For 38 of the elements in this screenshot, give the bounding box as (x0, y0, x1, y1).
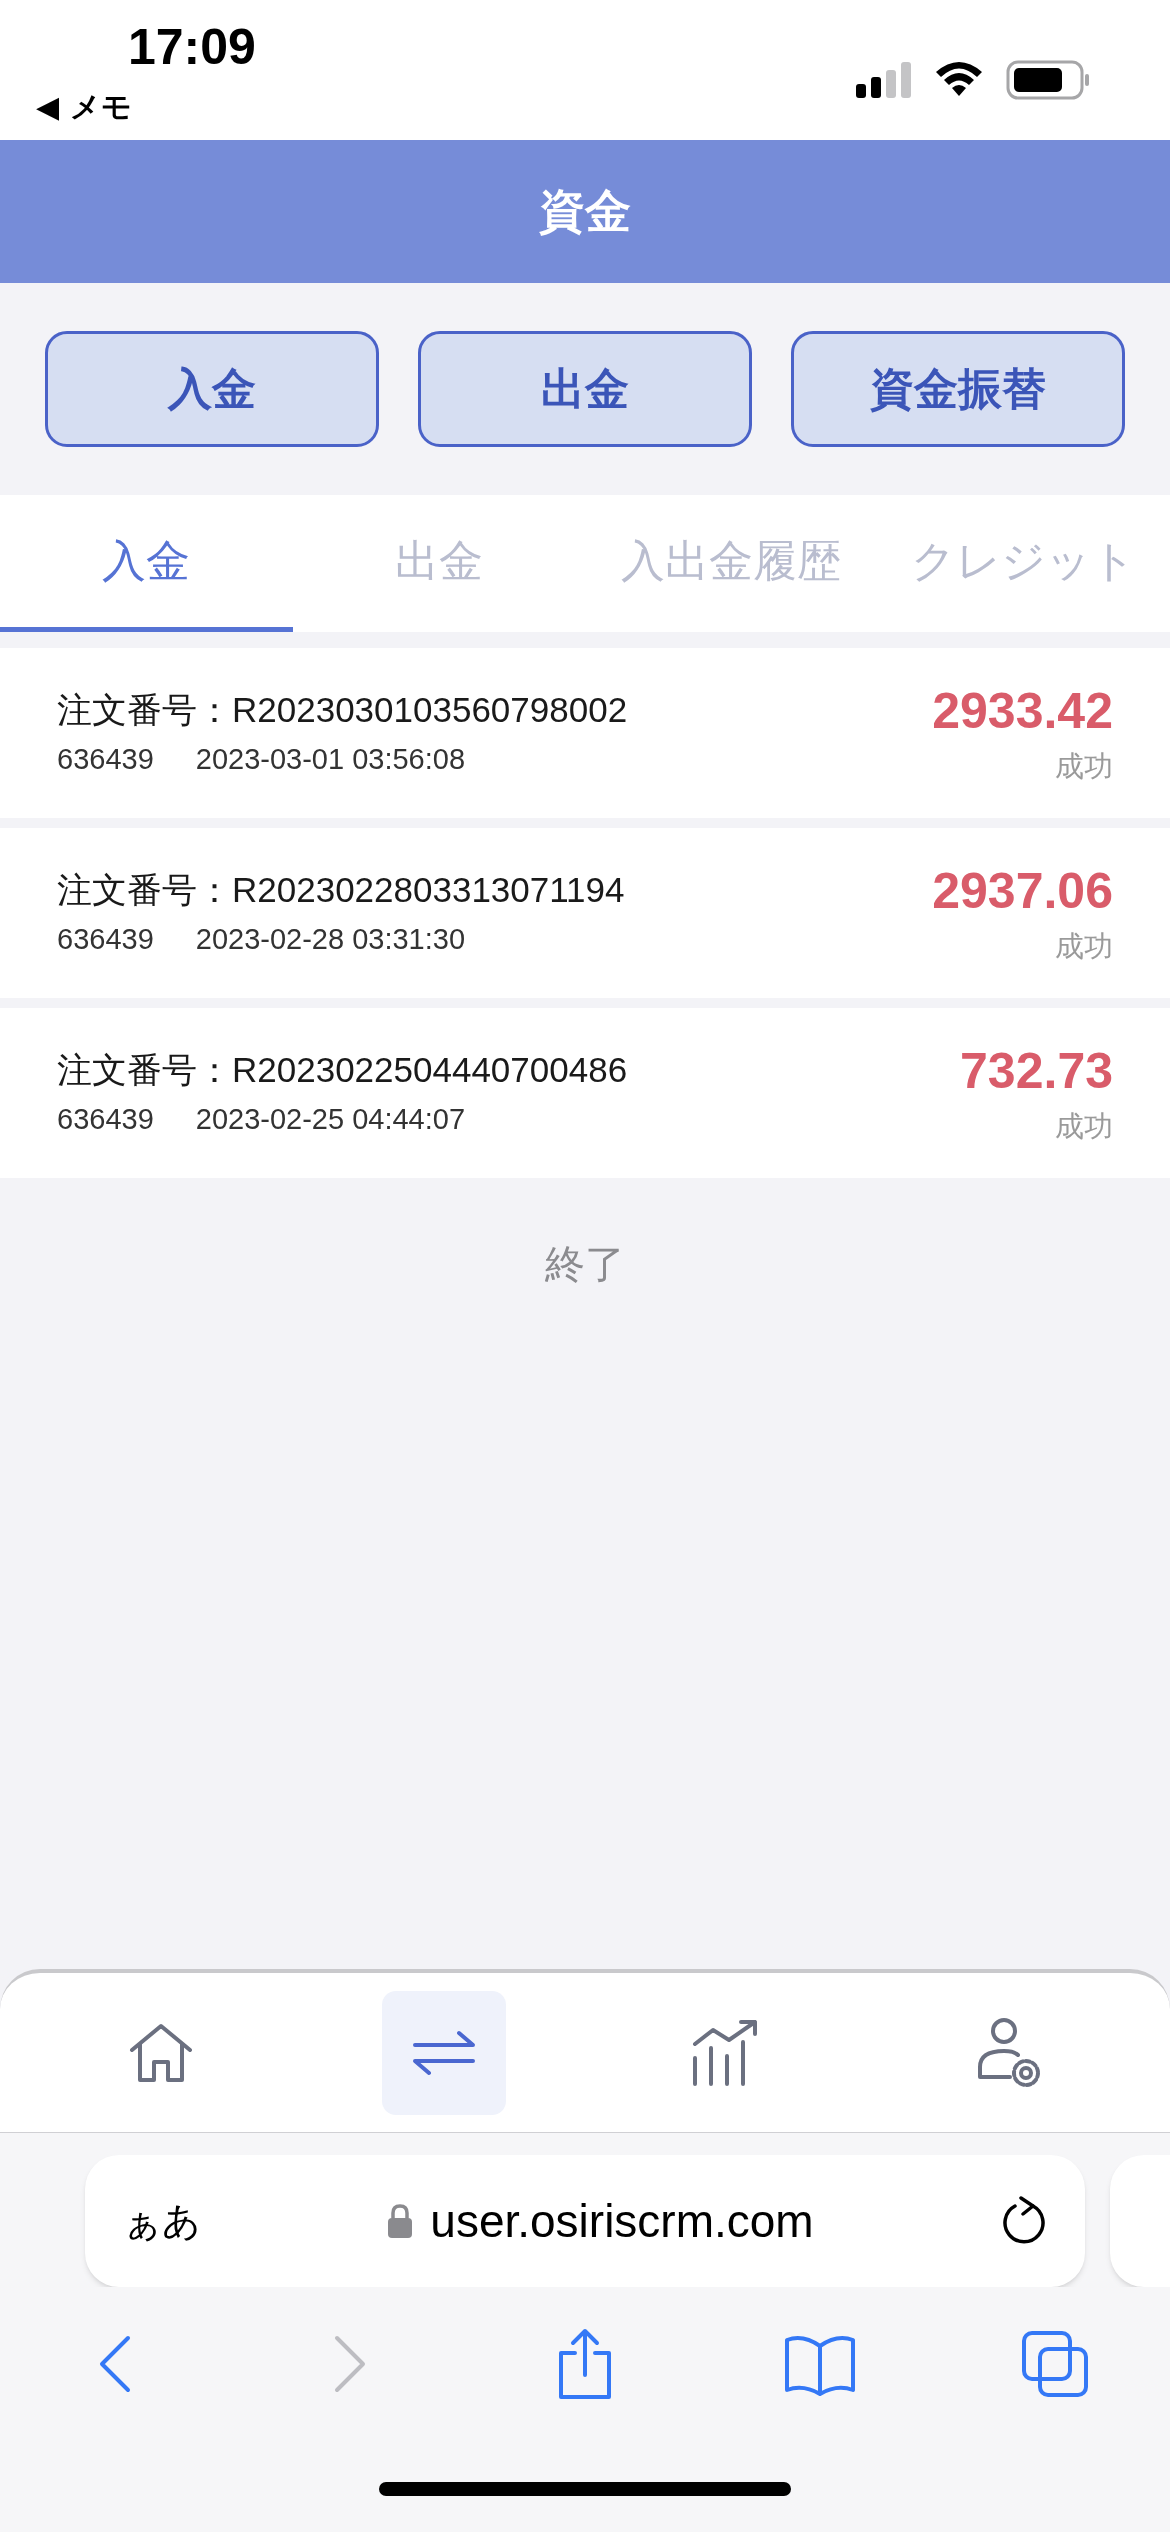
page-title: 資金 (539, 184, 631, 239)
status-label: 成功 (1055, 931, 1113, 961)
tabs-icon[interactable] (1020, 2329, 1090, 2399)
battery-icon (1006, 60, 1090, 100)
transaction-time: 2023-02-25 04:44:07 (195, 1105, 466, 1134)
back-icon[interactable] (98, 2334, 132, 2394)
order-number: 注文番号：R2023030103560798002 (57, 692, 628, 727)
reload-icon[interactable] (1001, 2196, 1047, 2246)
amount: 2933.42 (932, 685, 1113, 736)
transaction-row[interactable]: 注文番号：R2023022504440700486 636439 2023-02-25 04:44:07 732.73 成功 (0, 1008, 1170, 1178)
transaction-row[interactable]: 注文番号：R2023030103560798002 636439 2023-03-01 03:56:08 2933.42 成功 (0, 648, 1170, 818)
action-button[interactable]: 入金 (45, 331, 379, 447)
account-number: 636439 (57, 745, 154, 774)
transaction-time: 2023-02-28 03:31:30 (195, 925, 466, 954)
account-number: 636439 (57, 1105, 154, 1134)
order-number: 注文番号：R2023022803313071194 (57, 872, 625, 907)
address-bar[interactable]: ぁあ user.osiriscrm.com (85, 2155, 1085, 2287)
lock-icon (388, 2204, 413, 2238)
amount: 732.73 (960, 1045, 1113, 1096)
url-text: user.osiriscrm.com (430, 2193, 814, 2249)
wifi-icon (934, 62, 984, 98)
signal-icon (856, 62, 912, 98)
status-label: 成功 (1055, 1111, 1113, 1141)
transfer-arrows-icon (410, 2028, 477, 2077)
status-time: 17:09 (128, 22, 256, 72)
transaction-row[interactable]: 注文番号：R2023022803313071194 636439 2023-02-28 03:31:30 2937.06 成功 (0, 828, 1170, 998)
account-number: 636439 (57, 925, 154, 954)
amount: 2937.06 (932, 865, 1113, 916)
nav-tab[interactable] (381, 1990, 506, 2115)
transaction-time: 2023-03-01 03:56:08 (195, 745, 466, 774)
tab[interactable]: 入金 (0, 495, 293, 632)
action-button[interactable]: 資金振替 (791, 331, 1125, 447)
list-end-text: 終了 (545, 1241, 625, 1288)
action-button[interactable]: 出金 (418, 331, 752, 447)
order-number: 注文番号：R2023022504440700486 (57, 1052, 628, 1087)
text-size-button[interactable]: ぁあ (123, 2192, 201, 2250)
back-to-app-link[interactable]: ◀ メモ (36, 92, 256, 122)
status-label: 成功 (1055, 751, 1113, 781)
